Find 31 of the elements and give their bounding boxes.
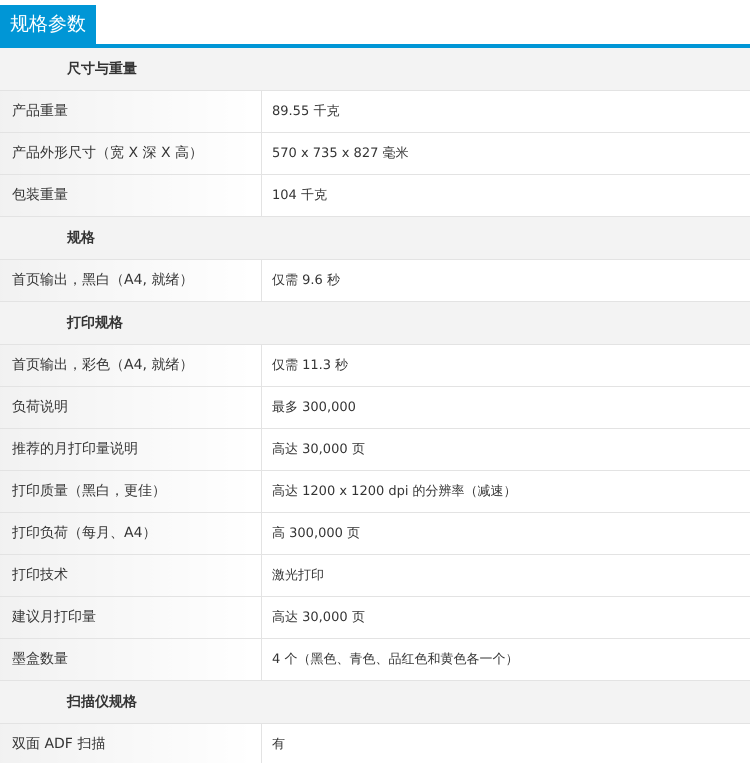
spec-value: 高达 30,000 页 bbox=[272, 608, 365, 627]
spec-value: 4 个（黑色、青色、品红色和黄色各一个） bbox=[272, 650, 518, 669]
spec-value: 高 300,000 页 bbox=[272, 524, 360, 543]
spec-label: 打印负荷（每月、A4） bbox=[12, 524, 156, 543]
spec-label: 打印技术 bbox=[12, 566, 68, 585]
spec-label: 建议月打印量 bbox=[12, 608, 96, 627]
spec-label: 打印质量（黑白，更佳） bbox=[12, 482, 166, 501]
spec-value: 激光打印 bbox=[272, 566, 324, 585]
section-title: 尺寸与重量 bbox=[67, 60, 137, 78]
spec-value: 有 bbox=[272, 736, 285, 754]
spec-label: 墨盒数量 bbox=[12, 650, 68, 669]
section-title: 打印规格 bbox=[67, 314, 123, 332]
spec-label: 包装重量 bbox=[12, 186, 68, 205]
spec-value: 高达 30,000 页 bbox=[272, 440, 365, 459]
spec-label: 负荷说明 bbox=[12, 398, 68, 417]
spec-value: 仅需 9.6 秒 bbox=[272, 272, 340, 290]
section-title: 扫描仪规格 bbox=[67, 692, 137, 712]
spec-value: 仅需 11.3 秒 bbox=[272, 356, 348, 375]
spec-label: 首页输出，黑白（A4, 就绪） bbox=[12, 271, 194, 290]
spec-value: 89.55 千克 bbox=[272, 102, 340, 121]
spec-value: 104 千克 bbox=[272, 186, 327, 205]
spec-label: 产品重量 bbox=[12, 102, 68, 121]
spec-label: 产品外形尺寸（宽 X 深 X 高） bbox=[12, 144, 203, 163]
spec-value: 高达 1200 x 1200 dpi 的分辨率（减速） bbox=[272, 482, 517, 501]
spec-label: 推荐的月打印量说明 bbox=[12, 440, 138, 459]
section-title: 规格 bbox=[67, 228, 95, 248]
specs-tab[interactable]: 规格参数 bbox=[0, 5, 96, 44]
spec-label: 双面 ADF 扫描 bbox=[12, 735, 106, 754]
spec-value: 最多 300,000 bbox=[272, 398, 356, 417]
spec-value: 570 x 735 x 827 毫米 bbox=[272, 144, 408, 163]
spec-label: 首页输出，彩色（A4, 就绪） bbox=[12, 356, 194, 375]
